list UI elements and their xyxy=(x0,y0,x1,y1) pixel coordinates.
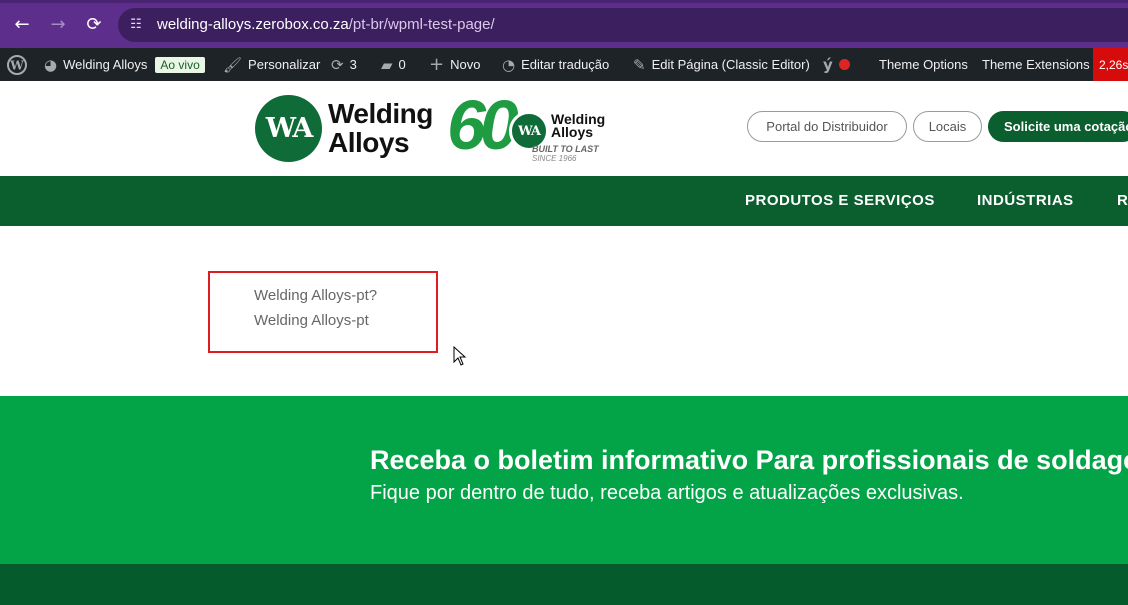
dashboard-gauge-icon: ◕ xyxy=(44,55,58,74)
comment-bubble-icon: ▰ xyxy=(381,55,393,74)
reload-icon[interactable]: ⟳ xyxy=(82,12,106,36)
new-label: Novo xyxy=(450,57,481,72)
content-text-line: Welding Alloys-pt xyxy=(254,312,369,329)
admin-site-name[interactable]: ◕ Welding Alloys Ao vivo xyxy=(44,48,205,81)
performance-timer-label: 2,26s xyxy=(1099,57,1128,72)
edit-page-label: Edit Página (Classic Editor) xyxy=(651,57,810,72)
paintbrush-icon: 🖌 xyxy=(223,55,243,74)
welding-alloys-logo[interactable]: WA Welding Alloys xyxy=(255,93,445,165)
locations-button[interactable]: Locais xyxy=(913,111,982,142)
url-host: welding-alloys.zerobox.co.za xyxy=(157,16,349,33)
nav-item-truncated[interactable]: R xyxy=(1117,192,1128,209)
theme-extensions-link[interactable]: Theme Extensions xyxy=(982,48,1090,81)
site-info-icon[interactable]: ☷ xyxy=(128,17,144,33)
wp-admin-bar: W ◕ Welding Alloys Ao vivo 🖌 Personaliza… xyxy=(0,48,1128,81)
newsletter-subtitle: Fique por dentro de tudo, receba artigos… xyxy=(370,482,964,504)
customize-link[interactable]: 🖌 Personalizar xyxy=(223,48,320,81)
address-bar[interactable]: ☷ welding-alloys.zerobox.co.za/pt-br/wpm… xyxy=(118,8,1128,42)
edit-translation-link[interactable]: ◔ Editar tradução xyxy=(502,48,609,81)
newsletter-section: Receba o boletim informativo Para profis… xyxy=(0,396,1128,564)
plus-icon: + xyxy=(429,54,445,75)
live-status-badge: Ao vivo xyxy=(155,56,205,73)
customize-label: Personalizar xyxy=(248,57,321,72)
logo-mark: WA xyxy=(255,95,322,162)
theme-extensions-label: Theme Extensions xyxy=(982,57,1090,72)
nav-item-industries[interactable]: INDÚSTRIAS xyxy=(977,192,1074,209)
badge-wordmark: Welding Alloys xyxy=(551,112,605,140)
newsletter-title: Receba o boletim informativo Para profis… xyxy=(370,445,1128,475)
updates-link[interactable]: ⟳ 3 xyxy=(331,48,357,81)
pencil-icon: ✎ xyxy=(633,55,646,74)
logo-line-2: Alloys xyxy=(328,127,410,158)
comments-link[interactable]: ▰ 0 xyxy=(381,48,406,81)
browser-toolbar: ← → ⟳ ☷ welding-alloys.zerobox.co.za/pt-… xyxy=(0,0,1128,48)
badge-line-2: Alloys xyxy=(551,124,594,140)
new-content-link[interactable]: + Novo xyxy=(429,48,480,81)
distributor-portal-button[interactable]: Portal do Distribuidor xyxy=(747,111,907,142)
performance-timer-badge[interactable]: 2,26s xyxy=(1093,48,1128,81)
svg-text:W: W xyxy=(9,58,24,72)
badge-since: SINCE 1966 xyxy=(532,154,577,163)
badge-tagline: BUILT TO LAST xyxy=(532,144,599,154)
anniversary-badge: 60 WA Welding Alloys BUILT TO LAST SINCE… xyxy=(447,86,617,169)
badge-number: 60 xyxy=(447,86,519,164)
content-text-line: Welding Alloys-pt? xyxy=(254,287,378,304)
site-header: WA Welding Alloys 60 WA Welding Alloys B… xyxy=(0,81,1128,176)
translate-icon: ◔ xyxy=(502,55,516,74)
site-footer xyxy=(0,564,1128,605)
logo-wordmark: Welding Alloys xyxy=(328,99,433,157)
yoast-seo-icon: ý xyxy=(823,55,833,74)
url-text[interactable]: welding-alloys.zerobox.co.za/pt-br/wpml-… xyxy=(157,16,495,33)
back-arrow-icon[interactable]: ← xyxy=(10,12,34,36)
seo-menu[interactable]: ý xyxy=(823,48,850,81)
comments-count: 0 xyxy=(398,57,406,72)
url-path: /pt-br/wpml-test-page/ xyxy=(348,16,495,33)
updates-count: 3 xyxy=(349,57,357,72)
edit-page-link[interactable]: ✎ Edit Página (Classic Editor) xyxy=(633,48,810,81)
request-quote-button[interactable]: Solicite uma cotação xyxy=(988,111,1128,142)
theme-options-label: Theme Options xyxy=(879,57,968,72)
theme-options-link[interactable]: Theme Options xyxy=(879,48,968,81)
main-navigation: PRODUTOS E SERVIÇOS INDÚSTRIAS R xyxy=(0,176,1128,226)
mouse-pointer-icon xyxy=(453,346,467,366)
forward-arrow-icon[interactable]: → xyxy=(46,12,70,36)
site-name-label: Welding Alloys xyxy=(63,57,148,72)
logo-line-1: Welding xyxy=(328,98,433,129)
nav-item-products-services[interactable]: PRODUTOS E SERVIÇOS xyxy=(745,192,935,209)
wordpress-logo-icon[interactable]: W xyxy=(7,48,27,81)
edit-translation-label: Editar tradução xyxy=(521,57,610,72)
updates-icon: ⟳ xyxy=(331,55,344,74)
tab-strip-edge xyxy=(0,0,1128,3)
seo-status-dot xyxy=(838,59,850,70)
